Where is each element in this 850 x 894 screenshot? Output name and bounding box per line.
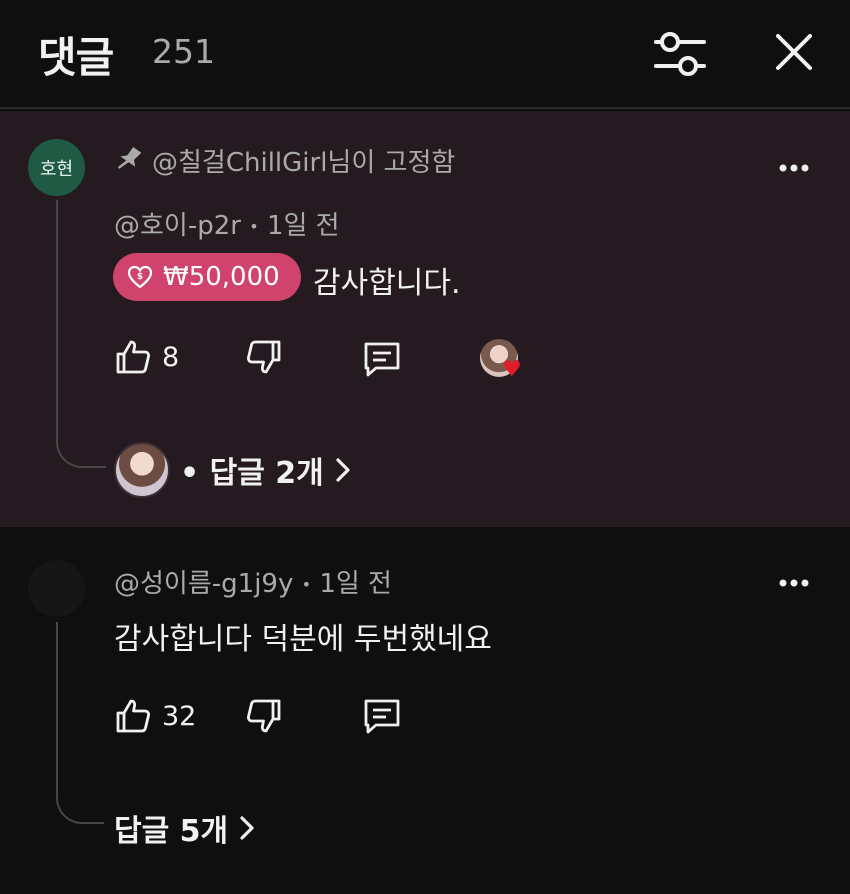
like-button[interactable]: 8	[114, 338, 179, 376]
comment-time: 1일 전	[319, 569, 392, 599]
creator-heart-badge: ♥	[480, 339, 530, 383]
svg-text:$: $	[137, 272, 143, 282]
thread-line	[56, 622, 104, 824]
reply-button[interactable]	[362, 697, 402, 735]
comment-count: 251	[152, 32, 215, 71]
thumb-down-icon	[247, 340, 281, 374]
meta-separator: •	[249, 217, 259, 236]
like-count: 8	[162, 341, 180, 373]
thumb-up-icon	[116, 340, 150, 374]
meta-separator: •	[301, 575, 312, 594]
comment-more-button[interactable]	[776, 150, 812, 186]
sort-filter-button[interactable]	[650, 28, 710, 80]
close-icon	[776, 34, 812, 70]
comment-author[interactable]: @호이-p2r	[114, 211, 241, 241]
avatar[interactable]	[28, 560, 85, 617]
sliders-icon	[654, 32, 706, 76]
comment-text: 감사합니다.	[313, 266, 461, 301]
like-count: 32	[162, 700, 197, 732]
thanks-amount: ₩50,000	[163, 262, 280, 292]
super-thanks-badge: $ ₩50,000	[113, 253, 301, 301]
replies-label: 답글 5개	[114, 814, 229, 849]
comment-icon	[364, 699, 400, 734]
header-title: 댓글	[38, 33, 114, 82]
view-replies-button[interactable]: • 답글 2개	[114, 442, 352, 498]
heart-dollar-icon: $	[127, 265, 153, 289]
comments-header: 댓글 251	[0, 0, 850, 109]
dislike-button[interactable]	[245, 338, 283, 376]
avatar[interactable]: 호현	[28, 139, 85, 196]
thumb-up-icon	[116, 699, 150, 733]
dislike-button[interactable]	[245, 697, 283, 735]
pin-icon	[118, 147, 142, 169]
comment-time: 1일 전	[266, 211, 340, 241]
pinned-by-row: @칠걸ChillGirl님이 고정함	[116, 140, 455, 180]
pinned-label: @칠걸ChillGirl님이 고정함	[152, 147, 456, 178]
replies-label: • 답글 2개	[180, 456, 324, 491]
thumb-down-icon	[247, 699, 281, 733]
comment-icon	[364, 342, 400, 377]
reply-author-avatar	[114, 442, 170, 498]
thread-line	[56, 200, 106, 468]
close-button[interactable]	[770, 28, 818, 76]
more-vert-icon	[779, 164, 809, 172]
chevron-right-icon	[336, 458, 350, 482]
comment-more-button[interactable]	[776, 565, 812, 601]
comment-text: 감사합니다 덕분에 두번했네요	[114, 622, 492, 657]
comment-meta: @호이-p2r • 1일 전	[114, 205, 340, 242]
avatar-initials: 호현	[39, 158, 74, 180]
chevron-right-icon	[240, 816, 254, 840]
comment-author[interactable]: @성이름-g1j9y	[114, 569, 293, 599]
reply-button[interactable]	[362, 340, 402, 378]
more-vert-icon	[779, 579, 809, 587]
view-replies-button[interactable]: 답글 5개	[114, 806, 256, 850]
like-button[interactable]: 32	[114, 697, 196, 735]
heart-icon: ♥	[502, 357, 522, 382]
comment-meta: @성이름-g1j9y • 1일 전	[114, 563, 392, 600]
